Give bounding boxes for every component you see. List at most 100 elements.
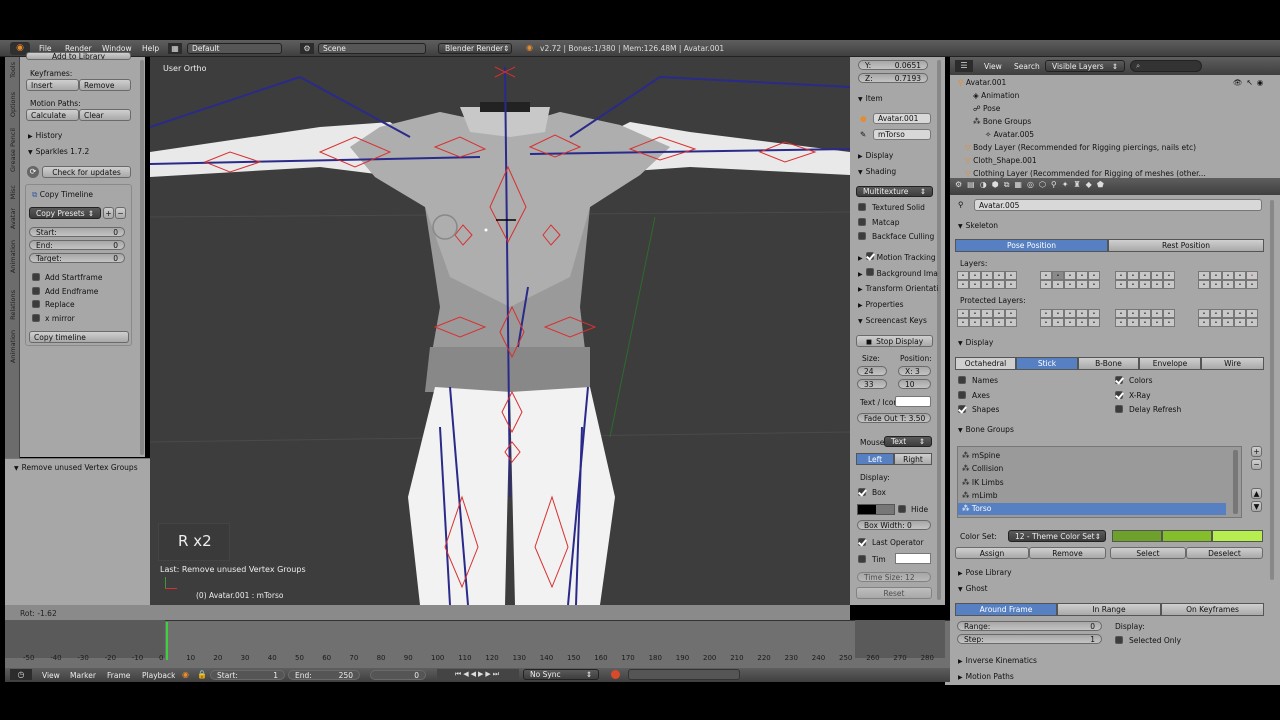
stop-display-button[interactable]: ◼ Stop Display: [856, 335, 933, 347]
mouse-mode-select[interactable]: Text ⇕: [884, 436, 932, 447]
calculate-button[interactable]: Calculate: [26, 109, 79, 121]
colors-checkbox[interactable]: [1115, 376, 1123, 384]
viewport-3d[interactable]: User Ortho R x2 Last: Remove unused Vert…: [150, 57, 850, 605]
viewport-scene[interactable]: [150, 57, 850, 605]
tab-options[interactable]: Options: [9, 92, 17, 117]
assign-button[interactable]: Assign: [955, 547, 1029, 559]
protected-layers-grid-1[interactable]: • • • • • • • • • •: [957, 309, 1017, 327]
ghost-range-field[interactable]: Range: 0: [957, 621, 1102, 631]
outliner-item[interactable]: ⁂ Bone Groups: [973, 117, 1031, 126]
properties-header[interactable]: ▶ Properties: [858, 300, 904, 309]
outliner-item[interactable]: ▽ Body Layer (Recommended for Rigging pi…: [965, 143, 1215, 152]
box-color-swatch[interactable]: [857, 504, 895, 515]
time-size-field[interactable]: Time Size: 12: [857, 572, 931, 582]
screen-layout-icon[interactable]: ▦: [168, 43, 182, 54]
timeline-menu-frame[interactable]: Frame: [107, 671, 130, 680]
delay-refresh-checkbox[interactable]: [1115, 405, 1123, 413]
location-z-field[interactable]: Z: 0.7193: [858, 73, 928, 83]
pose-library-panel-header[interactable]: ▶ Pose Library: [958, 568, 1012, 577]
outliner-filter-select[interactable]: Visible Layers ⇕: [1045, 60, 1125, 72]
playback-controls[interactable]: ⏮◀◀▶▶⏭: [437, 669, 519, 680]
bone-layers-grid-1[interactable]: • • • • • • • • • •: [957, 271, 1017, 289]
pose-position-toggle[interactable]: Pose Position: [955, 239, 1108, 252]
outliner-item[interactable]: ▽ Clothing Layer (Recommended for Riggin…: [965, 169, 1215, 178]
skeleton-panel-header[interactable]: ▼ Skeleton: [958, 221, 998, 230]
outliner-item[interactable]: ⚲ Avatar.001: [958, 78, 1006, 87]
scene-icon[interactable]: ⚙: [300, 43, 314, 54]
tab-animation[interactable]: Animation: [9, 240, 17, 273]
shading-panel-header[interactable]: ▼ Shading: [858, 167, 896, 176]
add-bone-group-button[interactable]: +: [1251, 446, 1262, 457]
x-mirror-checkbox[interactable]: [32, 314, 40, 322]
target-field[interactable]: Target: 0: [29, 253, 125, 263]
outliner-item[interactable]: ☍ Pose: [973, 104, 1000, 113]
display-wire-tab[interactable]: Wire: [1201, 357, 1264, 370]
display-panel-header[interactable]: ▶ Display: [858, 151, 893, 160]
tab-grease-pencil[interactable]: Grease Pencil: [9, 128, 17, 172]
ghost-panel-header[interactable]: ▼ Ghost: [958, 584, 988, 593]
fade-out-field[interactable]: Fade Out T: 3.50: [857, 413, 931, 423]
display-panel-header-2[interactable]: ▼ Display: [958, 338, 993, 347]
background-images-checkbox[interactable]: [865, 268, 874, 276]
remove-preset-button[interactable]: −: [115, 207, 126, 219]
bone-group-item[interactable]: ⁂ mLimb: [962, 491, 998, 500]
outliner-view-menu[interactable]: View: [984, 62, 1002, 71]
box-width-field[interactable]: Box Width: 0: [857, 520, 931, 530]
bone-group-item-selected[interactable]: ⁂ Torso: [958, 503, 1226, 515]
protected-layers-grid-4[interactable]: • • • • • • • • • •: [1198, 309, 1258, 327]
armature-name-field[interactable]: Avatar.005: [974, 199, 1262, 211]
outliner-item[interactable]: ▽ Cloth_Shape.001: [965, 156, 1037, 165]
add-preset-button[interactable]: +: [103, 207, 114, 219]
remove-button[interactable]: Remove: [1029, 547, 1106, 559]
ghost-on-keyframes-tab[interactable]: On Keyframes: [1161, 603, 1264, 616]
timeline-menu-marker[interactable]: Marker: [70, 671, 96, 680]
bone-name-field[interactable]: mTorso: [873, 129, 931, 140]
textured-solid-checkbox[interactable]: [858, 203, 866, 211]
lock-icon[interactable]: 🔒: [197, 670, 207, 679]
sync-mode-select[interactable]: No Sync ⇕: [523, 669, 599, 680]
replace-checkbox[interactable]: [32, 300, 40, 308]
properties-shelf-scrollbar[interactable]: [937, 60, 941, 600]
bone-layers-grid-4[interactable]: • • • • • • • • • •: [1198, 271, 1258, 289]
object-name-field[interactable]: Avatar.001: [873, 113, 931, 124]
layout-field[interactable]: Default: [187, 43, 282, 54]
add-endframe-checkbox[interactable]: [32, 287, 40, 295]
timer-checkbox[interactable]: [858, 555, 866, 563]
size-field-2[interactable]: 33: [857, 379, 887, 389]
color-swatch-active[interactable]: [1212, 530, 1263, 542]
preview-range-icon[interactable]: ◉: [182, 670, 189, 679]
bone-groups-panel-header[interactable]: ▼ Bone Groups: [958, 425, 1014, 434]
add-startframe-checkbox[interactable]: [32, 273, 40, 281]
timeline-start-field[interactable]: Start: 1: [210, 670, 285, 680]
outliner-item[interactable]: ◈ Animation: [973, 91, 1019, 100]
copy-presets-select[interactable]: Copy Presets ⇕: [29, 207, 101, 219]
outliner-item[interactable]: ✧ Avatar.005: [985, 130, 1034, 139]
display-bbone-tab[interactable]: B-Bone: [1078, 357, 1139, 370]
inverse-kinematics-panel-header[interactable]: ▶ Inverse Kinematics: [958, 656, 1037, 665]
bone-group-item[interactable]: ⁂ Collision: [962, 464, 1003, 473]
tab-misc[interactable]: Misc: [9, 185, 17, 199]
motion-paths-panel-header[interactable]: ▶ Motion Paths: [958, 672, 1014, 681]
bone-group-item[interactable]: ⁂ mSpine: [962, 451, 1000, 460]
timeline-current-frame-field[interactable]: 0: [370, 670, 426, 680]
tab-tools[interactable]: Tools: [9, 62, 17, 78]
mouse-right-toggle[interactable]: Right: [894, 453, 932, 465]
copy-timeline-button[interactable]: Copy timeline: [29, 331, 129, 343]
tab-animation-2[interactable]: Animation: [9, 330, 17, 363]
selected-only-checkbox[interactable]: [1115, 636, 1123, 644]
position-x-field[interactable]: X: 3: [898, 366, 931, 376]
transform-orientations-header[interactable]: ▶Transform Orientations: [858, 284, 938, 293]
color-swatch-normal[interactable]: [1112, 530, 1162, 542]
remove-keyframe-button[interactable]: Remove: [79, 79, 131, 91]
properties-context-tabs[interactable]: ⚙▤◑⬢⧉▦◎⬡⚲✦♜◆⬟: [955, 180, 1130, 193]
move-up-button[interactable]: ▲: [1251, 488, 1262, 499]
screencast-keys-header[interactable]: ▼ Screencast Keys: [858, 316, 927, 325]
protected-layers-grid-2[interactable]: • • • • • • • • • •: [1040, 309, 1100, 327]
move-down-button[interactable]: ▼: [1251, 501, 1262, 512]
axes-checkbox[interactable]: [958, 391, 966, 399]
ghost-step-field[interactable]: Step: 1: [957, 634, 1102, 644]
matcap-checkbox[interactable]: [858, 218, 866, 226]
outliner-editor-icon[interactable]: ☰: [955, 60, 973, 72]
size-field-1[interactable]: 24: [857, 366, 887, 376]
hide-checkbox[interactable]: [898, 505, 906, 513]
